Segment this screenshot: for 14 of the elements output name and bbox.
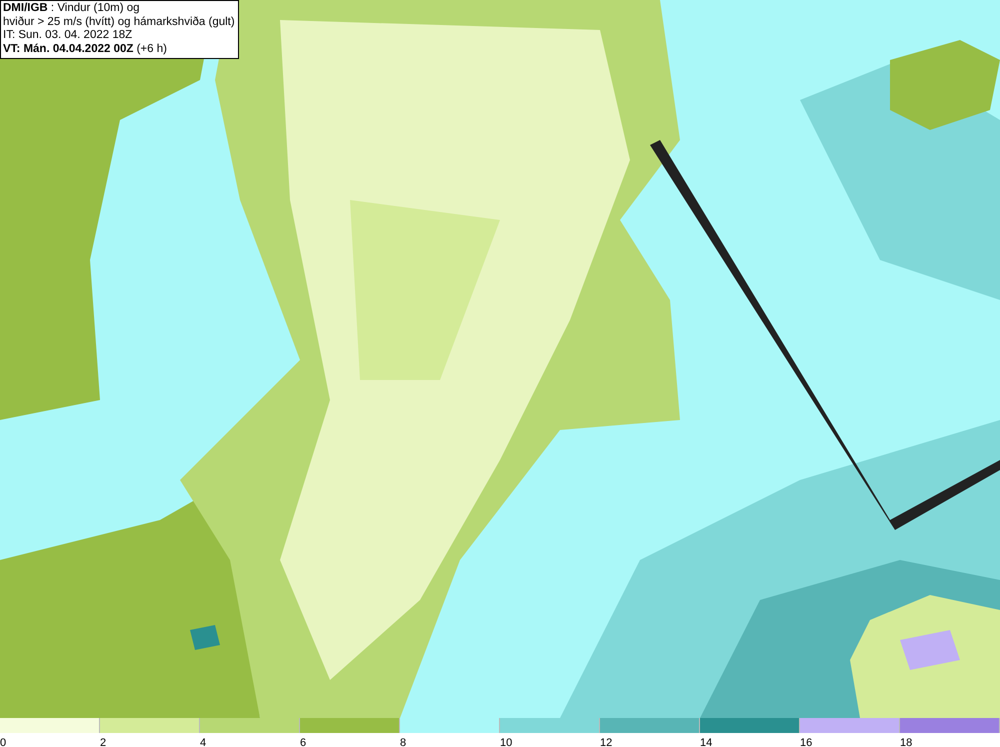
legend-label: 14 (700, 737, 712, 747)
legend-label: 2 (100, 737, 106, 747)
legend-label: 12 (600, 737, 612, 747)
legend-label: 16 (800, 737, 812, 747)
legend-label: 10 (500, 737, 512, 747)
legend-label: 18 (900, 737, 912, 747)
legend-label: 0 (0, 737, 6, 747)
title-line: VT: Mán. 04.04.2022 00Z (+6 h) (3, 42, 168, 56)
legend-label: 6 (300, 737, 306, 747)
legend-label: 8 (400, 737, 406, 747)
title-line: DMI/IGB : Vindur (10m) og (3, 2, 141, 16)
title-line: IT: Sun. 03. 04. 2022 18Z (3, 29, 134, 42)
legend-label: 4 (200, 737, 206, 747)
title-line: hviður > 25 m/s (hvítt) og hámarkshviða (gult) (3, 16, 235, 29)
